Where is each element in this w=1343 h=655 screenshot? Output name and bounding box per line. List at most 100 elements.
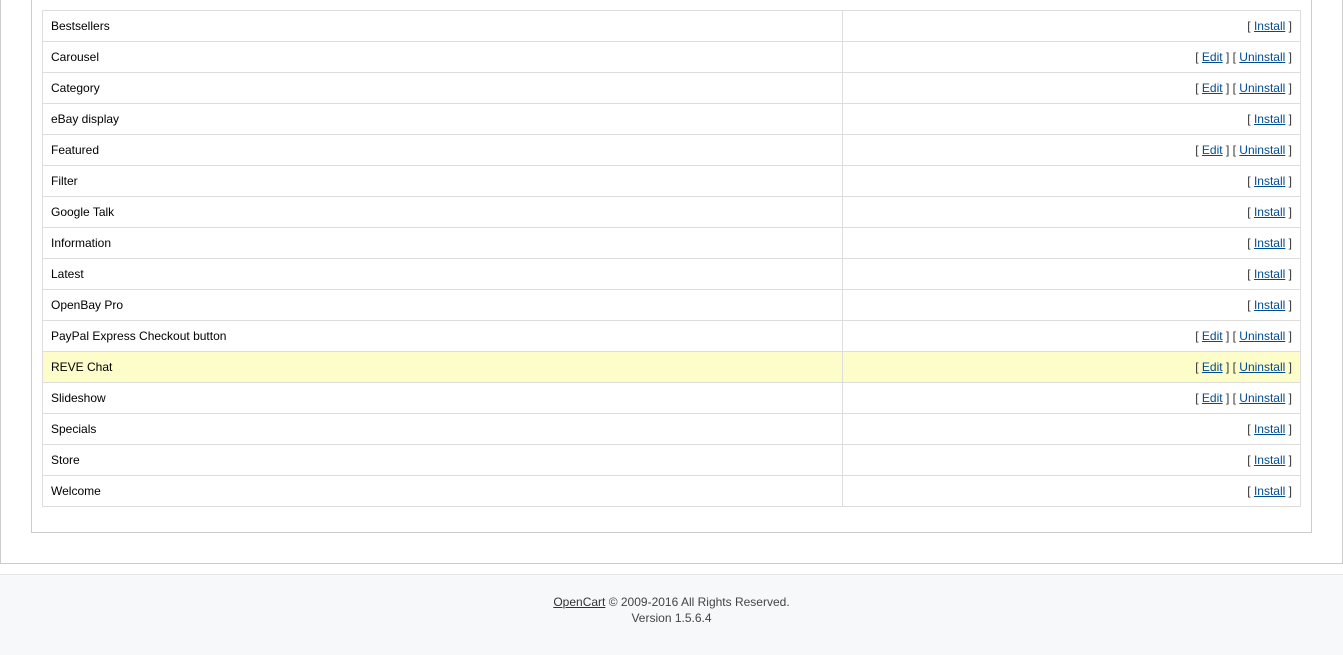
bracket-close: ] bbox=[1285, 19, 1292, 33]
install-link[interactable]: Install bbox=[1254, 236, 1285, 250]
module-table: Bestsellers[ Install ]Carousel[ Edit ] [… bbox=[42, 10, 1301, 507]
bracket-open: [ bbox=[1247, 174, 1254, 188]
bracket-open: [ bbox=[1247, 205, 1254, 219]
table-row: Slideshow[ Edit ] [ Uninstall ] bbox=[43, 383, 1301, 414]
table-row: Store [ Install ] bbox=[43, 445, 1301, 476]
footer-version: Version 1.5.6.4 bbox=[0, 611, 1343, 625]
module-list-box: Bestsellers[ Install ]Carousel[ Edit ] [… bbox=[31, 0, 1312, 533]
install-link[interactable]: Install bbox=[1254, 205, 1285, 219]
footer-copyright: © 2009-2016 All Rights Reserved. bbox=[605, 595, 789, 609]
install-link[interactable]: Install bbox=[1254, 422, 1285, 436]
edit-link[interactable]: Edit bbox=[1202, 329, 1223, 343]
bracket-close: ] bbox=[1285, 81, 1292, 95]
bracket-close: ] bbox=[1223, 143, 1230, 157]
module-action-cell: [ Install ] bbox=[843, 259, 1301, 290]
module-action-cell: [ Edit ] [ Uninstall ] bbox=[843, 383, 1301, 414]
table-row: Welcome [ Install ] bbox=[43, 476, 1301, 507]
bracket-open: [ bbox=[1195, 143, 1202, 157]
edit-link[interactable]: Edit bbox=[1202, 360, 1223, 374]
module-name-cell: Filter bbox=[43, 166, 843, 197]
module-name-cell: Featured bbox=[43, 135, 843, 166]
table-row: OpenBay Pro[ Install ] bbox=[43, 290, 1301, 321]
bracket-close: ] bbox=[1223, 329, 1230, 343]
bracket-close: ] bbox=[1223, 391, 1230, 405]
table-row: REVE Chat[ Edit ] [ Uninstall ] bbox=[43, 352, 1301, 383]
install-link[interactable]: Install bbox=[1254, 298, 1285, 312]
module-name-cell: Information bbox=[43, 228, 843, 259]
module-name-cell: Google Talk bbox=[43, 197, 843, 228]
bracket-close: ] bbox=[1285, 205, 1292, 219]
footer-brand-link[interactable]: OpenCart bbox=[553, 595, 605, 609]
module-name-cell: PayPal Express Checkout button bbox=[43, 321, 843, 352]
module-name-cell: Specials bbox=[43, 414, 843, 445]
module-action-cell: [ Install ] bbox=[843, 414, 1301, 445]
module-name-cell: Welcome bbox=[43, 476, 843, 507]
module-action-cell: [ Install ] bbox=[843, 166, 1301, 197]
table-row: PayPal Express Checkout button[ Edit ] [… bbox=[43, 321, 1301, 352]
bracket-close: ] bbox=[1285, 298, 1292, 312]
table-row: Latest[ Install ] bbox=[43, 259, 1301, 290]
module-name-cell: Category bbox=[43, 73, 843, 104]
bracket-close: ] bbox=[1285, 422, 1292, 436]
module-action-cell: [ Edit ] [ Uninstall ] bbox=[843, 73, 1301, 104]
bracket-open: [ bbox=[1247, 298, 1254, 312]
module-name-cell: REVE Chat bbox=[43, 352, 843, 383]
bracket-close: ] bbox=[1285, 391, 1292, 405]
table-row: Featured[ Edit ] [ Uninstall ] bbox=[43, 135, 1301, 166]
install-link[interactable]: Install bbox=[1254, 484, 1285, 498]
bracket-close: ] bbox=[1285, 143, 1292, 157]
module-name-cell: eBay display bbox=[43, 104, 843, 135]
table-row: Google Talk[ Install ] bbox=[43, 197, 1301, 228]
footer: OpenCart © 2009-2016 All Rights Reserved… bbox=[0, 574, 1343, 655]
module-action-cell: [ Edit ] [ Uninstall ] bbox=[843, 352, 1301, 383]
bracket-close: ] bbox=[1285, 50, 1292, 64]
edit-link[interactable]: Edit bbox=[1202, 50, 1223, 64]
module-name-cell: Slideshow bbox=[43, 383, 843, 414]
edit-link[interactable]: Edit bbox=[1202, 81, 1223, 95]
bracket-open: [ bbox=[1247, 267, 1254, 281]
install-link[interactable]: Install bbox=[1254, 174, 1285, 188]
uninstall-link[interactable]: Uninstall bbox=[1239, 391, 1285, 405]
install-link[interactable]: Install bbox=[1254, 453, 1285, 467]
bracket-open: [ bbox=[1195, 81, 1202, 95]
bracket-open: [ bbox=[1247, 453, 1254, 467]
table-row: eBay display[ Install ] bbox=[43, 104, 1301, 135]
uninstall-link[interactable]: Uninstall bbox=[1239, 329, 1285, 343]
module-action-cell: [ Install ] bbox=[843, 11, 1301, 42]
bracket-close: ] bbox=[1223, 50, 1230, 64]
module-action-cell: [ Install ] bbox=[843, 104, 1301, 135]
bracket-close: ] bbox=[1285, 174, 1292, 188]
bracket-close: ] bbox=[1285, 112, 1292, 126]
bracket-open: [ bbox=[1247, 112, 1254, 126]
bracket-close: ] bbox=[1285, 484, 1292, 498]
edit-link[interactable]: Edit bbox=[1202, 391, 1223, 405]
edit-link[interactable]: Edit bbox=[1202, 143, 1223, 157]
uninstall-link[interactable]: Uninstall bbox=[1239, 81, 1285, 95]
bracket-close: ] bbox=[1285, 236, 1292, 250]
uninstall-link[interactable]: Uninstall bbox=[1239, 143, 1285, 157]
bracket-open: [ bbox=[1195, 329, 1202, 343]
uninstall-link[interactable]: Uninstall bbox=[1239, 360, 1285, 374]
bracket-close: ] bbox=[1285, 453, 1292, 467]
install-link[interactable]: Install bbox=[1254, 19, 1285, 33]
table-row: Carousel[ Edit ] [ Uninstall ] bbox=[43, 42, 1301, 73]
bracket-close: ] bbox=[1285, 267, 1292, 281]
uninstall-link[interactable]: Uninstall bbox=[1239, 50, 1285, 64]
bracket-close: ] bbox=[1285, 329, 1292, 343]
module-name-cell: Latest bbox=[43, 259, 843, 290]
table-row: Specials[ Install ] bbox=[43, 414, 1301, 445]
bracket-open: [ bbox=[1247, 19, 1254, 33]
module-name-cell: Carousel bbox=[43, 42, 843, 73]
module-name-cell: Store bbox=[43, 445, 843, 476]
install-link[interactable]: Install bbox=[1254, 267, 1285, 281]
module-name-cell: OpenBay Pro bbox=[43, 290, 843, 321]
table-row: Information[ Install ] bbox=[43, 228, 1301, 259]
install-link[interactable]: Install bbox=[1254, 112, 1285, 126]
module-action-cell: [ Install ] bbox=[843, 290, 1301, 321]
module-action-cell: [ Install ] bbox=[843, 197, 1301, 228]
bracket-close: ] bbox=[1223, 360, 1230, 374]
bracket-open: [ bbox=[1247, 484, 1254, 498]
bracket-open: [ bbox=[1195, 391, 1202, 405]
table-row: Bestsellers[ Install ] bbox=[43, 11, 1301, 42]
bracket-open: [ bbox=[1195, 50, 1202, 64]
